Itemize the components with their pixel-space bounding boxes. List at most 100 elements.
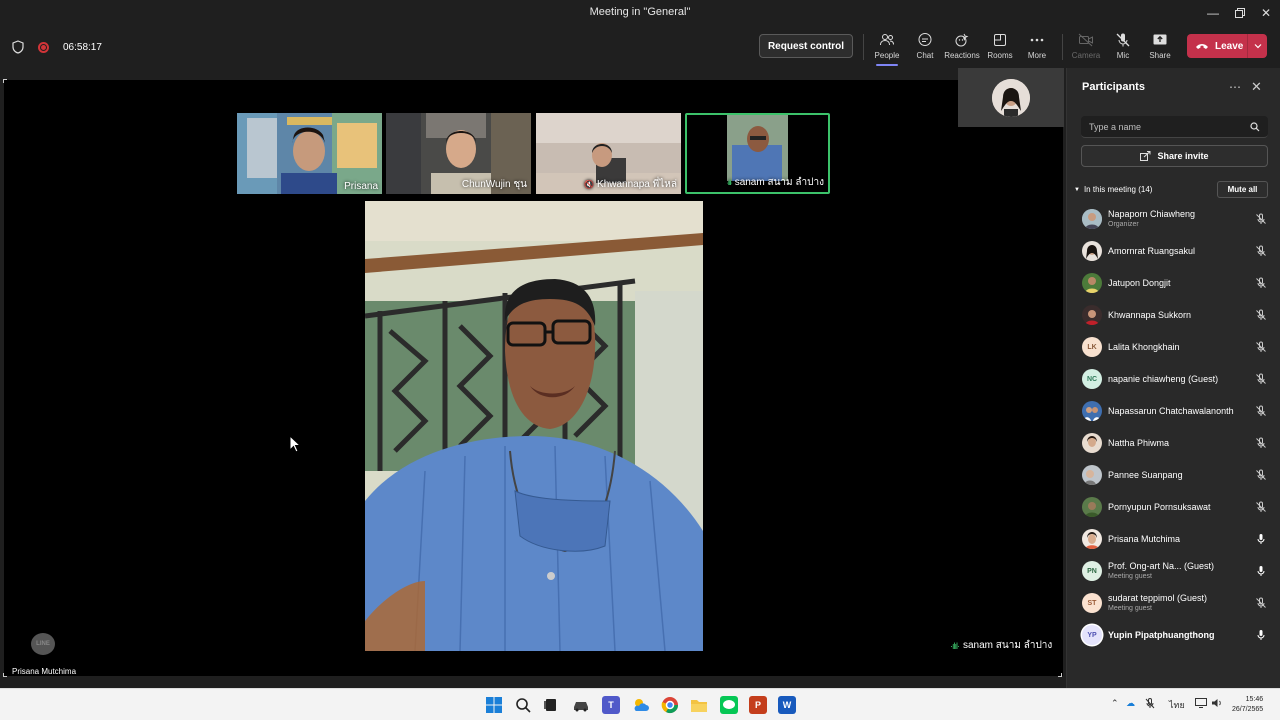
- close-window-button[interactable]: ✕: [1252, 0, 1280, 26]
- chevron-up-icon[interactable]: ⌃: [1111, 698, 1119, 709]
- leave-main[interactable]: Leave: [1187, 34, 1247, 58]
- participant-name: Jatupon Dongjit: [1108, 278, 1171, 288]
- self-name-label: Prisana Mutchima: [12, 667, 77, 676]
- video-tile-prisana[interactable]: Prisana: [237, 113, 382, 194]
- toolbar-divider: [863, 34, 864, 60]
- share-button[interactable]: Share: [1141, 30, 1179, 64]
- recording-icon: [38, 41, 49, 53]
- tile-name: 🔇 Khwannapa พี่ไหล่: [584, 177, 677, 192]
- participant-name: Nattha Phiwma: [1108, 438, 1170, 448]
- title-bar: Meeting in "General" — ✕: [0, 0, 1280, 26]
- camera-button[interactable]: Camera: [1067, 30, 1105, 64]
- share-invite-button[interactable]: Share invite: [1081, 145, 1268, 167]
- volume-icon[interactable]: [1211, 698, 1223, 710]
- mic-label: Mic: [1116, 51, 1130, 60]
- more-button[interactable]: More: [1018, 30, 1056, 64]
- participant-name: Prof. Ong-art Na... (Guest): [1108, 561, 1215, 571]
- stage-corner: [3, 673, 7, 677]
- weather-icon[interactable]: [632, 696, 650, 714]
- search-icon[interactable]: [514, 696, 532, 714]
- participant-row[interactable]: PN Prof. Ong-art Na... (Guest) Meeting g…: [1067, 556, 1280, 588]
- minimize-button[interactable]: —: [1199, 0, 1227, 26]
- participant-name: Napaporn Chiawheng: [1108, 209, 1196, 219]
- tile-name-text: Khwannapa พี่ไหล่: [597, 179, 677, 190]
- reactions-button[interactable]: Reactions: [943, 30, 981, 64]
- file-explorer-icon[interactable]: [690, 696, 708, 714]
- mic-icon: [1257, 630, 1265, 640]
- active-speaker-label: ·ılıl· sanam สนาม ลำปาง: [950, 638, 1052, 653]
- participant-row[interactable]: Napaporn Chiawheng Organizer: [1067, 204, 1280, 236]
- hang-up-icon: [1196, 44, 1208, 49]
- line-app-icon[interactable]: [720, 696, 738, 714]
- video-tile-sanam[interactable]: ·ılıl· sanam สนาม ลำปาง: [685, 113, 830, 194]
- participant-row[interactable]: Amornrat Ruangsakul: [1067, 236, 1280, 268]
- mic-muted-icon: [1256, 277, 1266, 288]
- camera-label: Camera: [1071, 51, 1101, 60]
- system-clock[interactable]: 15:46 26/7/2565: [1232, 695, 1263, 715]
- panel-title: Participants: [1082, 81, 1145, 93]
- self-preview[interactable]: [958, 68, 1064, 127]
- participant-row[interactable]: YP Yupin Pipatphuangthong: [1067, 620, 1280, 652]
- leave-button[interactable]: Leave: [1187, 34, 1267, 58]
- rooms-icon: [994, 34, 1006, 46]
- shield-icon: [12, 40, 24, 54]
- panel-close-icon[interactable]: ✕: [1251, 79, 1262, 95]
- participant-role: Organizer: [1108, 221, 1139, 228]
- mic-icon: [1257, 566, 1265, 576]
- participant-row[interactable]: Pornyupun Pornsuksawat: [1067, 492, 1280, 524]
- chrome-icon[interactable]: [661, 696, 679, 714]
- task-view-icon[interactable]: [542, 696, 560, 714]
- windows-taskbar: T P W ⌃ ☁ ไทย 15:46 26/7/2565: [0, 688, 1280, 720]
- mic-muted-icon: [1256, 341, 1266, 352]
- participant-row[interactable]: ST sudarat teppimol (Guest) Meeting gues…: [1067, 588, 1280, 620]
- teams-icon[interactable]: T: [602, 696, 620, 714]
- video-tile-khwannapa[interactable]: 🔇 Khwannapa พี่ไหล่: [536, 113, 681, 194]
- request-control-button[interactable]: Request control: [759, 34, 853, 58]
- avatar: PN: [1082, 561, 1102, 581]
- powerpoint-icon[interactable]: P: [749, 696, 767, 714]
- onedrive-icon[interactable]: ☁: [1126, 698, 1135, 709]
- reactions-icon: [955, 33, 969, 47]
- windows-start-icon[interactable]: [485, 696, 503, 714]
- mic-muted-icon: [1256, 437, 1266, 448]
- participant-name: Pannee Suanpang: [1108, 470, 1183, 480]
- car-app-icon[interactable]: [572, 696, 590, 714]
- participant-row[interactable]: Napassarun Chatchawalanonth: [1067, 396, 1280, 428]
- participant-role: Meeting guest: [1108, 573, 1152, 580]
- participant-row[interactable]: Prisana Mutchima: [1067, 524, 1280, 556]
- search-input[interactable]: [1089, 121, 1250, 132]
- word-icon[interactable]: W: [778, 696, 796, 714]
- language-indicator[interactable]: ไทย: [1169, 698, 1185, 712]
- people-icon: [880, 34, 894, 46]
- mute-all-button[interactable]: Mute all: [1217, 181, 1268, 198]
- leave-dropdown[interactable]: [1248, 43, 1267, 49]
- rooms-button[interactable]: Rooms: [981, 30, 1019, 64]
- participant-name: Amornrat Ruangsakul: [1108, 246, 1196, 256]
- share-invite-label: Share invite: [1157, 151, 1209, 161]
- avatar: [1082, 305, 1102, 325]
- chevron-down-icon: [1254, 44, 1261, 49]
- toolbar-divider: [1062, 34, 1063, 60]
- chat-button[interactable]: Chat: [906, 30, 944, 64]
- panel-more-icon[interactable]: ⋯: [1229, 80, 1241, 94]
- participant-name: Napassarun Chatchawalanonth: [1108, 406, 1234, 416]
- participant-search[interactable]: [1081, 116, 1268, 138]
- network-icon[interactable]: [1195, 698, 1207, 710]
- mic-muted-tray-icon[interactable]: [1145, 698, 1155, 711]
- participant-row[interactable]: Nattha Phiwma: [1067, 428, 1280, 460]
- clock-date: 26/7/2565: [1232, 706, 1264, 713]
- window-title: Meeting in "General": [589, 6, 691, 18]
- video-tile-chunwujin[interactable]: ChunWujin ชุน: [386, 113, 531, 194]
- main-speaker-video[interactable]: [365, 201, 703, 651]
- in-meeting-section-toggle[interactable]: ▼ In this meeting (14): [1074, 185, 1152, 194]
- people-button[interactable]: People: [868, 30, 906, 66]
- tile-name-text: sanam สนาม ลำปาง: [734, 177, 824, 188]
- restore-button[interactable]: [1226, 0, 1254, 26]
- mic-button[interactable]: Mic: [1104, 30, 1142, 64]
- participant-row[interactable]: NC napanie chiawheng (Guest): [1067, 364, 1280, 396]
- camera-off-icon: [1078, 33, 1093, 47]
- participant-row[interactable]: LK Lalita Khongkhain: [1067, 332, 1280, 364]
- participant-row[interactable]: Khwannapa Sukkorn: [1067, 300, 1280, 332]
- participant-row[interactable]: Pannee Suanpang: [1067, 460, 1280, 492]
- participant-row[interactable]: Jatupon Dongjit: [1067, 268, 1280, 300]
